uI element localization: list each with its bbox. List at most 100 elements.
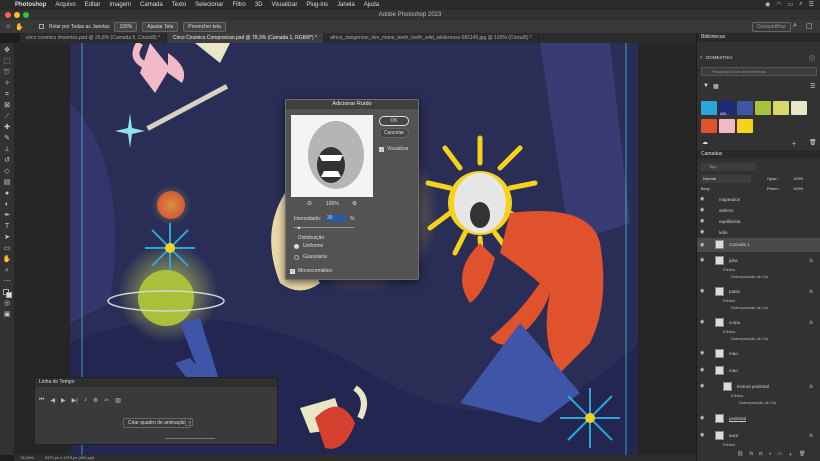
fx-icon[interactable]: fx bbox=[809, 317, 813, 328]
shape-tool-icon[interactable]: ▭ bbox=[2, 244, 12, 254]
healing-tool-icon[interactable]: ✚ bbox=[2, 123, 12, 133]
gradient-tool-icon[interactable]: ▤ bbox=[2, 178, 12, 188]
swatch-green[interactable] bbox=[755, 101, 771, 115]
new-group-icon[interactable]: ▭ bbox=[777, 451, 782, 458]
library-name[interactable]: DOMESTIKA bbox=[706, 55, 733, 60]
menu-camada[interactable]: Camada bbox=[140, 2, 163, 8]
amount-slider[interactable] bbox=[294, 227, 354, 228]
layer-item-selected[interactable]: ◉ Camada 1 bbox=[697, 238, 820, 252]
eye-icon[interactable]: ◉ bbox=[700, 381, 704, 392]
effect-row[interactable]: Sobreposição de Cor bbox=[697, 273, 820, 281]
swatch-blue[interactable] bbox=[701, 101, 717, 115]
fx-menu-icon[interactable]: fx bbox=[749, 451, 753, 458]
gaussian-radio[interactable] bbox=[294, 255, 299, 260]
menu-filtro[interactable]: Filtro bbox=[232, 2, 245, 8]
settings-icon[interactable]: ⚙ bbox=[93, 397, 98, 404]
view-grid-icon[interactable]: ▦ bbox=[713, 83, 719, 90]
cut-icon[interactable]: ✂ bbox=[104, 397, 109, 404]
fit-screen-button[interactable]: Ajustar Tela bbox=[142, 21, 179, 32]
eraser-tool-icon[interactable]: ◇ bbox=[2, 167, 12, 177]
menu-texto[interactable]: Texto bbox=[172, 2, 186, 8]
audio-icon[interactable]: ♪ bbox=[84, 397, 87, 404]
menu-visualizar[interactable]: Visualizar bbox=[271, 2, 297, 8]
menu-ajuda[interactable]: Ajuda bbox=[364, 2, 379, 8]
effect-row[interactable]: Sobreposição de Cor bbox=[697, 304, 820, 312]
layers-search-input[interactable]: Tipo bbox=[701, 163, 756, 171]
fill-screen-button[interactable]: Preencher tela bbox=[183, 21, 226, 32]
library-search-input[interactable]: Pesquisar todas as bibliotecas bbox=[701, 67, 817, 76]
zoom-window-button[interactable] bbox=[23, 12, 29, 18]
search-icon[interactable]: ⌕ bbox=[793, 22, 797, 30]
effect-row[interactable]: Sobreposição de Cor bbox=[697, 399, 820, 407]
create-frame-animation-button[interactable]: Criar quadro de animação bbox=[123, 418, 191, 428]
swatch-yellow[interactable] bbox=[737, 119, 753, 133]
fx-icon[interactable]: fx bbox=[809, 430, 813, 441]
effects-row[interactable]: Efeitos bbox=[697, 441, 820, 449]
layer-item[interactable]: ◉ mao bbox=[697, 348, 820, 359]
creative-cloud-icon[interactable]: ◉ bbox=[765, 1, 770, 8]
layer-group[interactable]: ◉ equilibrista bbox=[697, 216, 820, 227]
swatch-indigo[interactable] bbox=[737, 101, 753, 115]
swatch-yellow-green[interactable] bbox=[773, 101, 789, 115]
hand-tool-icon[interactable]: ✋ bbox=[2, 255, 12, 265]
layer-item[interactable]: ◉ juba fx bbox=[697, 255, 820, 266]
swatch-cream[interactable] bbox=[791, 101, 807, 115]
lasso-tool-icon[interactable]: ➰ bbox=[2, 68, 12, 78]
menu-janela[interactable]: Janela bbox=[337, 2, 355, 8]
tab-circo-composicao[interactable]: Circo Cosmico Composicao.psd @ 78,3% (Ca… bbox=[167, 33, 325, 43]
swatch-pink[interactable] bbox=[719, 119, 735, 133]
zoom-100-button[interactable]: 100% bbox=[114, 21, 138, 32]
layer-group[interactable]: ◉ leão bbox=[697, 227, 820, 238]
menu-selecionar[interactable]: Selecionar bbox=[195, 2, 223, 8]
move-tool-icon[interactable]: ✥ bbox=[2, 46, 12, 56]
libraries-panel-title[interactable]: Bibliotecas bbox=[697, 33, 820, 42]
scroll-all-checkbox[interactable] bbox=[38, 24, 44, 29]
eye-icon[interactable]: ◉ bbox=[700, 255, 704, 266]
blur-tool-icon[interactable]: ● bbox=[2, 189, 12, 199]
dialog-preview-image[interactable] bbox=[291, 115, 373, 197]
delete-layer-icon[interactable]: 🗑 bbox=[799, 451, 805, 458]
quick-mask-icon[interactable]: ◎ bbox=[2, 299, 12, 309]
transition-icon[interactable]: ▨ bbox=[115, 397, 121, 404]
battery-icon[interactable]: ▭ bbox=[788, 1, 794, 8]
eye-icon[interactable]: ◉ bbox=[700, 286, 704, 297]
menu-imagem[interactable]: Imagem bbox=[109, 2, 131, 8]
zoom-out-icon[interactable]: ⊖ bbox=[307, 200, 312, 207]
blend-mode-select[interactable]: Normal bbox=[701, 175, 751, 183]
fx-icon[interactable]: fx bbox=[809, 381, 813, 392]
pen-tool-icon[interactable]: ✒ bbox=[2, 211, 12, 221]
path-selection-tool-icon[interactable]: ➤ bbox=[2, 233, 12, 243]
prev-frame-icon[interactable]: ◀ bbox=[50, 397, 55, 404]
color-swatches-icon[interactable] bbox=[2, 288, 12, 298]
chevron-down-icon[interactable]: ⌄ bbox=[185, 418, 194, 426]
menu-editar[interactable]: Editar bbox=[85, 2, 101, 8]
menu-plugins[interactable]: Plug-ins bbox=[306, 2, 328, 8]
preview-checkbox[interactable]: ✓ bbox=[379, 147, 384, 152]
screen-mode-icon[interactable]: ▣ bbox=[2, 310, 12, 320]
cloud-icon[interactable]: ☁ bbox=[702, 139, 708, 146]
fx-icon[interactable]: fx bbox=[809, 286, 813, 297]
more-tools-icon[interactable]: ⋯ bbox=[2, 277, 12, 287]
layer-item[interactable]: ◉ pedestal bbox=[697, 413, 820, 424]
eye-icon[interactable]: ◉ bbox=[700, 227, 704, 238]
amount-slider-thumb[interactable]: ▲ bbox=[297, 225, 302, 231]
link-layers-icon[interactable]: ⛓ bbox=[737, 451, 743, 458]
amount-input[interactable]: 30 bbox=[326, 215, 346, 222]
zoom-status[interactable]: 78,34% bbox=[20, 455, 34, 460]
zoom-in-icon[interactable]: ⊕ bbox=[352, 200, 357, 207]
next-frame-icon[interactable]: ▶| bbox=[72, 397, 78, 404]
adjustment-icon[interactable]: ◑ bbox=[768, 451, 771, 458]
effect-row[interactable]: Sobreposição de Cor bbox=[697, 335, 820, 343]
crop-tool-icon[interactable]: ⌗ bbox=[2, 90, 12, 100]
eye-icon[interactable]: ◉ bbox=[700, 430, 704, 441]
brush-tool-icon[interactable]: ✎ bbox=[2, 134, 12, 144]
layer-item[interactable]: ◉ aura fx bbox=[697, 430, 820, 441]
tab-africa-lion[interactable]: africa_dangerous_lion_mane_teeth_tooth_w… bbox=[324, 33, 539, 43]
magic-wand-tool-icon[interactable]: ✧ bbox=[2, 79, 12, 89]
history-brush-tool-icon[interactable]: ↺ bbox=[2, 156, 12, 166]
play-icon[interactable]: ▶ bbox=[61, 397, 66, 404]
info-icon[interactable]: ⓘ bbox=[809, 54, 815, 63]
layers-panel-title[interactable]: Camadas bbox=[697, 150, 820, 159]
share-button[interactable]: Compartilhar bbox=[752, 22, 791, 32]
uniform-radio[interactable] bbox=[294, 244, 299, 249]
